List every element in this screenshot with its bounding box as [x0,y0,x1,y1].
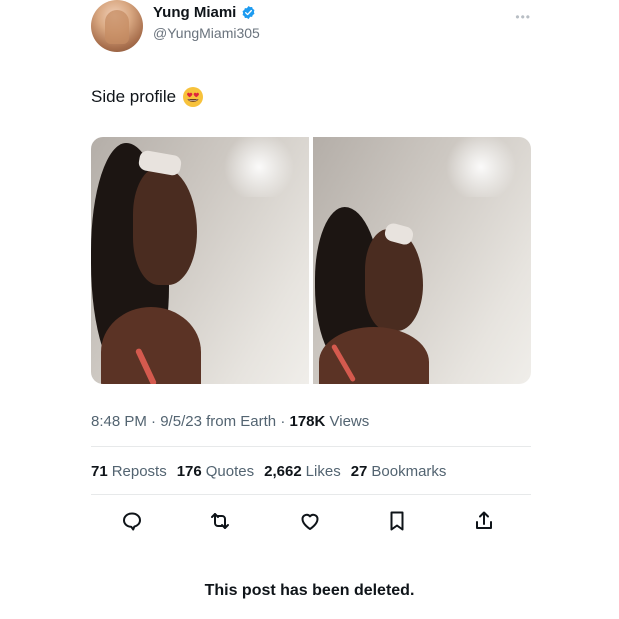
deleted-notice: This post has been deleted. [204,582,415,599]
bookmarks-label: Bookmarks [371,463,447,480]
author-name-row[interactable]: Yung Miami [153,4,256,21]
action-bar [120,509,500,535]
reposts-stat[interactable]: 71 Reposts [91,463,167,480]
quotes-count: 176 [176,463,202,480]
engagement-stats: 71 Reposts 176 Quotes 2,662 Likes 27 Bookmar… [91,463,446,480]
media-grid [91,137,531,384]
meta-separator: · [151,413,157,430]
divider [91,494,531,495]
likes-label: Likes [305,463,341,480]
author-handle[interactable]: @YungMiami305 [153,25,260,41]
tweet-text: Side profile [91,86,204,108]
bookmarks-count: 27 [350,463,368,480]
tweet-text-content: Side profile [91,87,177,106]
divider [91,446,531,447]
bookmarks-stat[interactable]: 27 Bookmarks [351,463,447,480]
verified-badge-icon [241,5,256,20]
tweet-meta: 8:48 PM · 9/5/23 from Earth · 178K Views [91,413,369,430]
avatar[interactable] [91,0,143,52]
tweet-source: from Earth [206,413,277,430]
reply-icon[interactable] [120,509,144,533]
reposts-count: 71 [91,463,108,480]
quotes-label: Quotes [205,463,255,480]
more-options-icon[interactable]: ••• [515,10,531,24]
reposts-label: Reposts [111,463,167,480]
likes-stat[interactable]: 2,662 Likes [264,463,341,480]
like-icon[interactable] [298,509,322,533]
views-label: Views [329,413,370,430]
meta-separator: · [280,413,286,430]
tweet-time[interactable]: 8:48 PM [91,413,147,430]
quotes-stat[interactable]: 176 Quotes [177,463,254,480]
display-name[interactable]: Yung Miami [153,4,236,21]
photo-2[interactable] [313,137,531,384]
heart-eyes-emoji-icon [182,86,204,108]
tweet-date[interactable]: 9/5/23 [160,413,202,430]
likes-count: 2,662 [264,463,302,480]
photo-1[interactable] [91,137,309,384]
views-count: 178K [289,413,326,430]
share-icon[interactable] [472,509,496,533]
bookmark-icon[interactable] [385,509,409,533]
repost-icon[interactable] [208,509,232,533]
